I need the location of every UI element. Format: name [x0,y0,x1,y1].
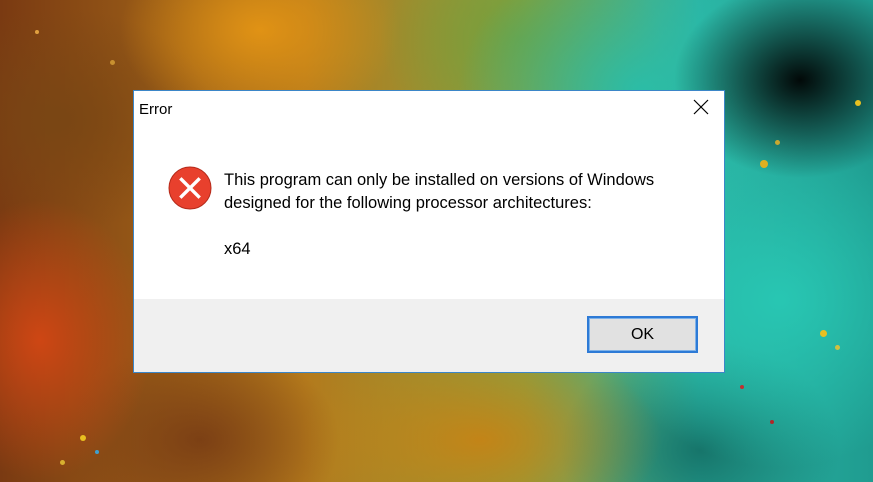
message-line: This program can only be installed on ve… [224,171,655,189]
close-icon [693,99,709,115]
error-dialog: Error This program can only be installed… [133,90,725,373]
dialog-titlebar[interactable]: Error [134,91,724,129]
dialog-footer: OK [134,299,724,372]
message-line: designed for the following processor arc… [224,194,592,212]
dialog-content: This program can only be installed on ve… [134,129,724,299]
dialog-title: Error [139,101,173,118]
error-icon [168,166,212,210]
architecture-label: x64 [224,240,251,258]
ok-button[interactable]: OK [587,316,698,353]
close-button[interactable] [678,91,724,123]
error-message: This program can only be installed on ve… [224,169,704,215]
